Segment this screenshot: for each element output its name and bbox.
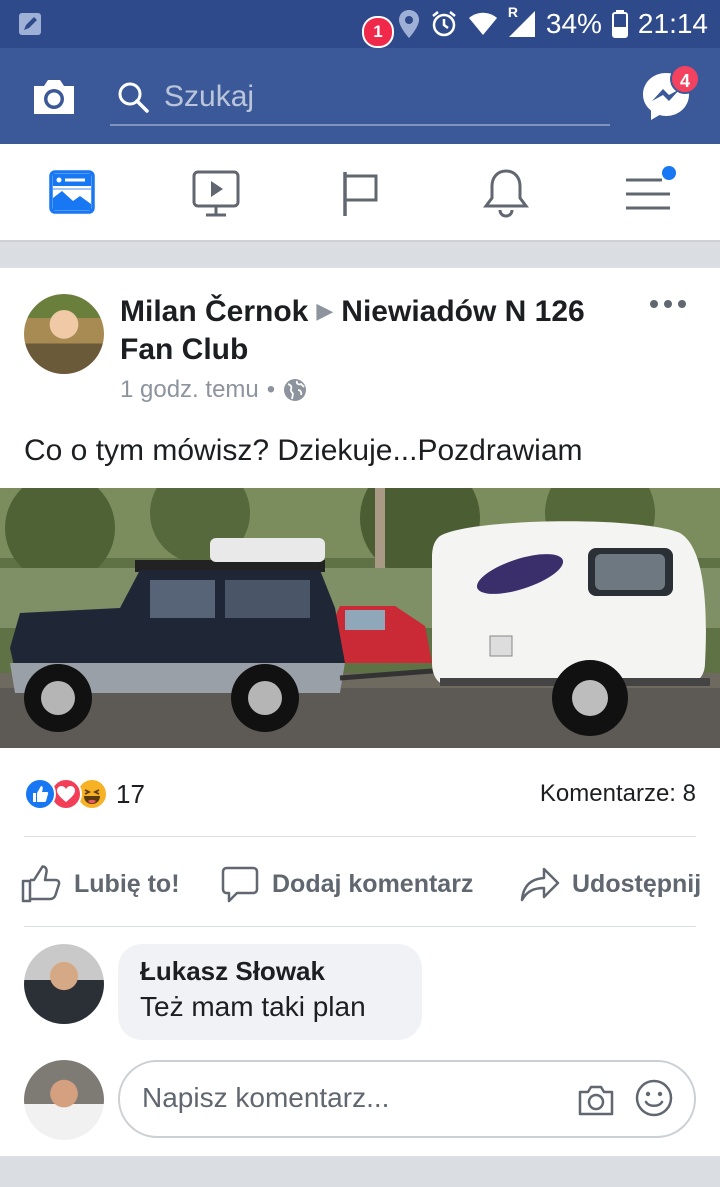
groups-badge: 1 <box>362 16 394 48</box>
share-arrow-icon <box>520 867 560 902</box>
current-user-avatar <box>24 1060 104 1140</box>
comments-count[interactable]: Komentarze: 8 <box>540 780 696 808</box>
author-name[interactable]: Milan Černok <box>120 295 308 328</box>
share-button[interactable]: Udostępnij <box>520 856 701 912</box>
comment-bubble-icon <box>221 866 259 903</box>
search-icon <box>118 82 149 113</box>
tab-watch[interactable] <box>186 164 246 224</box>
like-label: Lubię to! <box>74 869 180 898</box>
thumbs-up-icon <box>21 865 61 903</box>
comment-label: Dodaj komentarz <box>272 869 474 898</box>
post-text: Co o tym mówisz? Dziekuje...Pozdrawiam <box>24 434 583 467</box>
menu-new-dot <box>662 166 676 180</box>
video-tv-icon <box>192 170 240 217</box>
post-card: Milan Černok ▶ Niewiadów N 126 Fan Club 1 … <box>0 268 720 1156</box>
comment-input[interactable]: Napisz komentarz... <box>118 1060 696 1138</box>
more-options-icon[interactable] <box>648 292 688 316</box>
wifi-icon <box>468 12 497 35</box>
edit-notification-icon <box>19 13 41 35</box>
clock: 21:14 <box>637 8 708 39</box>
comment-button[interactable]: Dodaj komentarz <box>220 856 473 912</box>
tab-notifications[interactable] <box>476 164 536 224</box>
post-header: Milan Černok ▶ Niewiadów N 126 Fan Club <box>120 292 640 369</box>
alarm-icon <box>432 11 456 37</box>
meta-separator: • <box>266 376 276 403</box>
post-meta: 1 godz. temu • <box>120 376 307 404</box>
news-feed-icon <box>49 170 95 214</box>
tab-bar <box>0 144 720 242</box>
tab-groups[interactable] <box>332 164 392 224</box>
search-placeholder: Szukaj <box>164 80 255 113</box>
emoji-icon[interactable] <box>634 1078 674 1118</box>
battery-percent: 34% <box>545 8 602 39</box>
comment-text: Też mam taki plan <box>140 991 366 1022</box>
location-icon <box>398 10 419 38</box>
post-photo[interactable] <box>0 488 720 748</box>
comment-placeholder: Napisz komentarz... <box>142 1082 390 1113</box>
bell-icon <box>483 169 529 218</box>
like-reaction-icon <box>24 778 56 810</box>
commenter-avatar[interactable] <box>24 944 104 1024</box>
like-button[interactable]: Lubię to! <box>20 856 180 912</box>
divider <box>24 836 696 837</box>
app-header: Szukaj <box>0 48 720 144</box>
network-type-label: R <box>507 4 518 20</box>
divider <box>24 926 696 927</box>
reaction-count: 17 <box>116 778 145 809</box>
share-label: Udostępnij <box>572 869 702 898</box>
shared-to-arrow-icon: ▶ <box>316 298 334 323</box>
camera-icon[interactable] <box>30 72 78 120</box>
flag-icon <box>343 172 378 216</box>
tab-news-feed[interactable] <box>42 164 102 224</box>
status-bar: R 34% 21:14 <box>0 0 720 48</box>
camera-icon[interactable] <box>576 1080 616 1120</box>
post-actions: Lubię to! Dodaj komentarz Udostępnij <box>0 856 720 912</box>
author-avatar[interactable] <box>24 294 104 374</box>
comment-bubble[interactable]: Łukasz Słowak Też mam taki plan <box>118 944 422 1040</box>
globe-icon <box>284 379 307 401</box>
messenger-badge: 4 <box>670 64 700 94</box>
battery-icon <box>611 10 628 38</box>
post-time[interactable]: 1 godz. temu <box>120 376 259 404</box>
signal-icon: R <box>508 4 536 38</box>
comment-author[interactable]: Łukasz Słowak <box>140 956 400 987</box>
reactions-summary[interactable]: 17 <box>24 776 145 812</box>
search-input[interactable]: Szukaj <box>110 70 610 126</box>
